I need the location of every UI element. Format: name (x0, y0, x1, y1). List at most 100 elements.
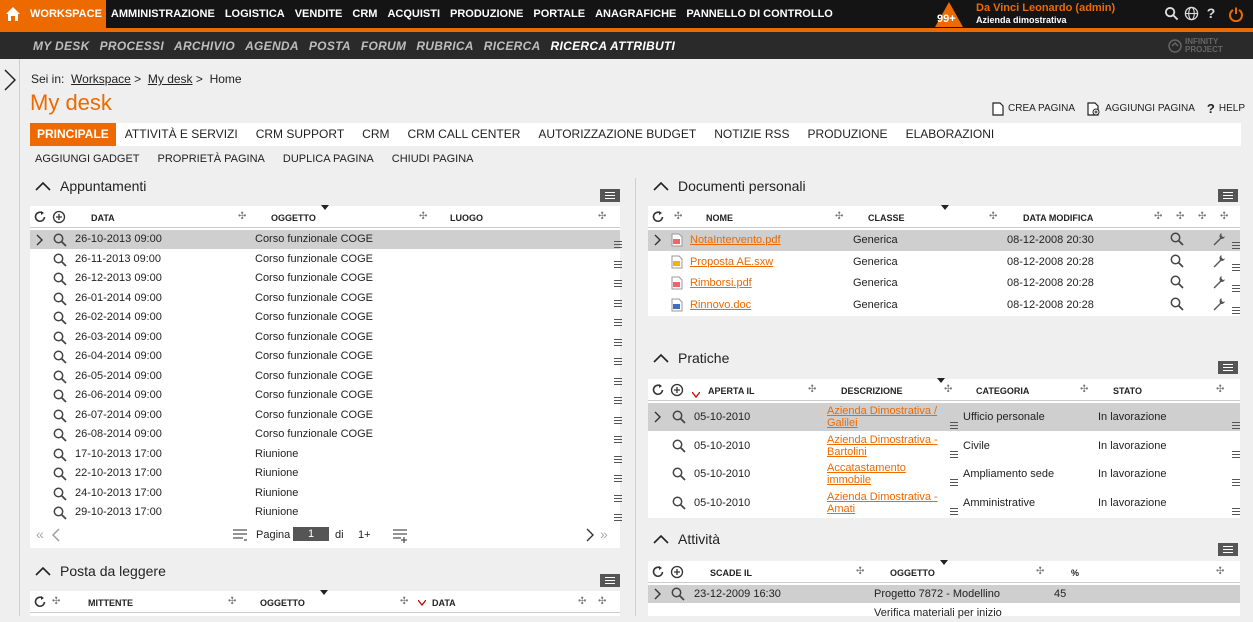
page-tool-1[interactable]: PROPRIETÀ PAGINA (158, 153, 265, 165)
nav-acquisti[interactable]: ACQUISTI (382, 0, 445, 28)
row-menu-icon[interactable] (614, 494, 622, 502)
move-icon[interactable]: ✣ (1216, 384, 1224, 395)
table-row[interactable]: Proposta AE.sxw Generica 08-12-2008 20:28 (648, 252, 1240, 273)
nav-portale[interactable]: PORTALE (528, 0, 590, 28)
search-icon[interactable] (53, 311, 67, 328)
page-tool-3[interactable]: CHIUDI PAGINA (392, 153, 474, 165)
nav-workspace[interactable]: WORKSPACE (26, 0, 106, 28)
row-menu-icon[interactable] (614, 358, 622, 365)
table-row[interactable]: 26-05-2014 09:00 Corso funzionale COGE (30, 367, 622, 386)
row-menu-icon[interactable] (950, 507, 958, 515)
side-panel-toggle[interactable] (0, 59, 20, 616)
table-row[interactable]: 29-10-2013 17:00 Riunione (30, 503, 622, 522)
globe-icon[interactable] (1183, 5, 1199, 21)
file-link[interactable]: NotaIntervento.pdf (690, 234, 781, 246)
search-icon[interactable] (53, 350, 67, 367)
table-row[interactable]: 26-01-2014 09:00 Corso funzionale COGE (30, 289, 622, 309)
move-icon[interactable]: ✣ (52, 596, 60, 607)
wrench-icon[interactable] (1212, 232, 1226, 249)
refresh-icon[interactable] (33, 210, 47, 224)
nav-crm[interactable]: CRM (347, 0, 382, 28)
col-oggetto[interactable]: OGGETTO (890, 568, 935, 578)
tab-5[interactable]: AUTORIZZAZIONE BUDGET (529, 123, 705, 146)
add-icon[interactable] (52, 210, 66, 224)
file-link[interactable]: Rinnovo.doc (690, 299, 751, 311)
row-menu-icon[interactable] (950, 479, 958, 486)
move-icon[interactable]: ✣ (808, 384, 816, 395)
pratica-link-line2[interactable]: Amati (827, 503, 855, 515)
row-menu-icon[interactable] (950, 450, 958, 458)
row-menu-icon[interactable] (614, 416, 622, 424)
col-percent[interactable]: % (1071, 568, 1079, 578)
row-menu-icon[interactable] (1232, 450, 1240, 458)
search-icon[interactable] (53, 331, 67, 348)
row-menu-icon[interactable] (1232, 422, 1240, 429)
move-icon[interactable]: ✣ (1154, 211, 1162, 222)
subnav-my-desk[interactable]: MY DESK (28, 39, 95, 53)
tab-4[interactable]: CRM CALL CENTER (399, 123, 530, 146)
add-icon[interactable] (670, 565, 684, 579)
row-menu-icon[interactable] (614, 397, 622, 404)
notifications-badge[interactable]: 99+ (934, 0, 964, 28)
subnav-rubrica[interactable]: RUBRICA (411, 39, 478, 53)
search-icon[interactable] (672, 467, 686, 484)
search-icon[interactable] (1163, 5, 1179, 21)
search-icon[interactable] (1170, 297, 1184, 314)
panel-menu-icon[interactable] (600, 189, 620, 202)
table-row[interactable]: 05-10-2010 Azienda Dimostrativa / Galilei U… (648, 403, 1240, 431)
search-icon[interactable] (1170, 232, 1184, 249)
nav-vendite[interactable]: VENDITE (290, 0, 348, 28)
collapse-icon[interactable] (652, 352, 670, 364)
move-icon[interactable]: ✣ (1176, 211, 1184, 222)
subnav-agenda[interactable]: AGENDA (240, 39, 304, 53)
move-icon[interactable]: ✣ (598, 211, 606, 222)
table-row[interactable]: 26-11-2013 09:00 Corso funzionale COGE (30, 250, 622, 270)
nav-pannello-di-controllo[interactable]: PANNELLO DI CONTROLLO (681, 0, 837, 28)
move-icon[interactable]: ✣ (989, 211, 997, 222)
pratica-link-line2[interactable]: Galilei (827, 417, 858, 429)
tab-8[interactable]: ELABORAZIONI (897, 123, 1004, 146)
row-menu-icon[interactable] (614, 260, 622, 268)
nav-amministrazione[interactable]: AMMINISTRAZIONE (106, 0, 220, 28)
home-icon[interactable] (0, 0, 26, 28)
search-icon[interactable] (1170, 275, 1184, 292)
tab-7[interactable]: PRODUZIONE (799, 123, 897, 146)
tab-0[interactable]: PRINCIPALE (30, 123, 116, 146)
table-row[interactable]: 26-03-2014 09:00 Corso funzionale COGE (30, 328, 622, 348)
tab-6[interactable]: NOTIZIE RSS (705, 123, 798, 146)
sort-desc-icon[interactable] (692, 392, 700, 398)
user-info[interactable]: Da Vinci Leonardo (admin) Azienda dimost… (976, 2, 1115, 25)
search-icon[interactable] (53, 292, 67, 309)
collapse-icon[interactable] (34, 180, 52, 192)
row-menu-icon[interactable] (614, 455, 622, 463)
search-icon[interactable] (53, 487, 67, 504)
search-icon[interactable] (53, 448, 67, 465)
next-page-icon[interactable] (586, 528, 594, 542)
search-icon[interactable] (672, 496, 686, 513)
panel-menu-icon[interactable] (1218, 189, 1238, 202)
move-icon[interactable]: ✣ (419, 211, 427, 222)
nav-anagrafiche[interactable]: ANAGRAFICHE (590, 0, 681, 28)
col-data[interactable]: DATA (432, 598, 456, 608)
search-icon[interactable] (671, 587, 685, 604)
search-icon[interactable] (53, 253, 67, 270)
col-luogo[interactable]: LUOGO (450, 213, 483, 223)
move-icon[interactable]: ✣ (674, 211, 682, 222)
panel-menu-icon[interactable] (600, 574, 620, 587)
row-menu-icon[interactable] (614, 299, 622, 307)
add-page-button[interactable]: AGGIUNGI PAGINA (1087, 101, 1195, 116)
row-menu-icon[interactable] (614, 514, 622, 521)
col-categoria[interactable]: CATEGORIA (976, 386, 1029, 396)
pratica-link[interactable]: Azienda Dimostrativa - (827, 434, 938, 446)
col-stato[interactable]: STATO (1113, 386, 1142, 396)
table-row[interactable]: 05-10-2010 Accatastamento immobile Ampliame… (648, 460, 1240, 488)
add-icon[interactable] (670, 383, 684, 397)
row-menu-icon[interactable] (950, 422, 958, 429)
table-row[interactable]: 24-10-2013 17:00 Riunione (30, 484, 622, 504)
expand-row-icon[interactable] (36, 234, 44, 249)
refresh-icon[interactable] (651, 210, 665, 224)
table-row[interactable]: NotaIntervento.pdf Generica 08-12-2008 20:… (648, 230, 1240, 251)
table-row[interactable]: 22-10-2013 17:00 Riunione (30, 464, 622, 483)
table-row[interactable]: Rinnovo.doc Generica 08-12-2008 20:28 (648, 295, 1240, 316)
first-page-icon[interactable]: « (36, 526, 44, 542)
